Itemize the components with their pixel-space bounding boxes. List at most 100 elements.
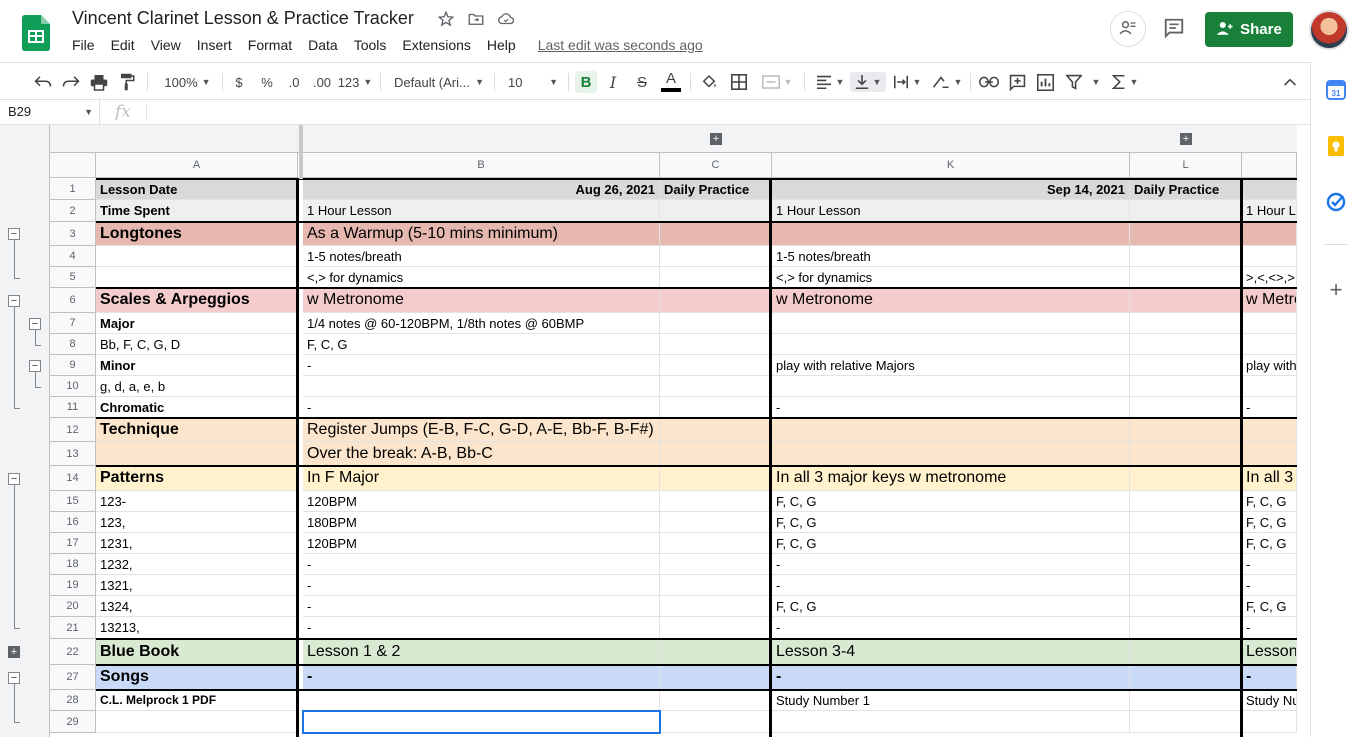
row-header[interactable]: 6 (50, 288, 96, 313)
menu-data[interactable]: Data (300, 37, 346, 53)
grid-cell[interactable] (1130, 313, 1242, 334)
currency-format-button[interactable]: $ (230, 72, 248, 92)
grid-cell[interactable] (1130, 639, 1242, 665)
grid-cell[interactable]: >,<,<>,> (1242, 267, 1297, 288)
percent-format-button[interactable]: % (258, 72, 276, 92)
font-size-select[interactable]: 10 ▼ (502, 72, 562, 92)
grid-cell[interactable] (1242, 418, 1297, 442)
row-header[interactable]: 27 (50, 665, 96, 690)
grid-cell[interactable]: F, C, G (772, 533, 1130, 554)
calendar-icon[interactable]: 31 (1326, 80, 1346, 100)
expand-column-group-icon[interactable]: + (710, 133, 722, 145)
grid-cell[interactable] (1130, 512, 1242, 533)
grid-cell[interactable]: C.L. Melprock 1 PDF (96, 690, 298, 711)
grid-cell[interactable] (1242, 376, 1297, 397)
grid-cell[interactable] (1130, 617, 1242, 639)
horizontal-align-icon[interactable]: ▼ (814, 72, 846, 92)
grid-cell[interactable] (96, 246, 298, 267)
borders-icon[interactable] (729, 72, 749, 92)
decrease-decimal-button[interactable]: .0 (284, 72, 304, 92)
menu-view[interactable]: View (143, 37, 189, 53)
grid-cell[interactable]: Time Spent (96, 200, 298, 222)
account-avatar[interactable] (1309, 10, 1349, 50)
grid-cell[interactable]: - (303, 397, 660, 418)
grid-cell[interactable] (660, 711, 772, 733)
grid-cell[interactable]: As a Warmup (5-10 mins minimum) (303, 222, 660, 246)
grid-cell[interactable] (1242, 222, 1297, 246)
expand-row-group-icon[interactable]: + (8, 646, 20, 658)
grid-cell[interactable]: 1 Hour L (1242, 200, 1297, 222)
grid-cell[interactable]: - (772, 554, 1130, 575)
cloud-status-icon[interactable] (497, 10, 515, 28)
grid-cell[interactable] (772, 442, 1130, 466)
grid-cell[interactable]: Patterns (96, 466, 298, 491)
grid-cell[interactable]: - (303, 554, 660, 575)
column-header[interactable]: K (772, 153, 1130, 178)
grid-cell[interactable]: 1232, (96, 554, 298, 575)
row-header[interactable]: 10 (50, 376, 96, 397)
grid-cell[interactable] (772, 711, 1130, 733)
grid-cell[interactable] (660, 313, 772, 334)
menu-extensions[interactable]: Extensions (394, 37, 478, 53)
row-header[interactable]: 17 (50, 533, 96, 554)
paint-format-icon[interactable] (117, 72, 137, 92)
grid-cell[interactable]: 120BPM (303, 533, 660, 554)
grid-cell[interactable] (1242, 313, 1297, 334)
grid-cell[interactable] (660, 397, 772, 418)
grid-cell[interactable]: Daily Practice (660, 179, 772, 200)
grid-cell[interactable] (660, 575, 772, 596)
sheets-logo-icon[interactable] (22, 15, 50, 51)
grid-cell[interactable] (660, 533, 772, 554)
grid-cell[interactable] (660, 617, 772, 639)
grid-cell[interactable]: - (1242, 575, 1297, 596)
insert-link-icon[interactable] (978, 72, 1000, 92)
strikethrough-button[interactable]: S (632, 72, 652, 92)
grid-cell[interactable]: 13213, (96, 617, 298, 639)
grid-cell[interactable]: F, C, G (1242, 491, 1297, 512)
font-family-select[interactable]: Default (Ari... ▼ (390, 72, 488, 92)
grid-cell[interactable]: F, C, G (772, 596, 1130, 617)
grid-cell[interactable]: Chromatic (96, 397, 298, 418)
expand-column-group-icon[interactable]: + (1180, 133, 1192, 145)
increase-decimal-button[interactable]: .00 (311, 72, 333, 92)
grid-cell[interactable] (1242, 179, 1297, 200)
grid-cell[interactable]: g, d, a, e, b (96, 376, 298, 397)
row-header[interactable]: 29 (50, 711, 96, 733)
redo-icon[interactable] (61, 72, 81, 92)
row-header[interactable]: 2 (50, 200, 96, 222)
grid-cell[interactable] (1130, 690, 1242, 711)
grid-cell[interactable] (660, 442, 772, 466)
row-header[interactable]: 9 (50, 355, 96, 376)
row-header[interactable]: 5 (50, 267, 96, 288)
keep-icon[interactable] (1326, 136, 1346, 156)
grid-cell[interactable] (1130, 596, 1242, 617)
grid-cell[interactable]: Scales & Arpeggios (96, 288, 298, 313)
name-box[interactable]: B29 ▼ (0, 100, 100, 124)
column-header[interactable] (1242, 153, 1297, 178)
row-header[interactable]: 13 (50, 442, 96, 466)
grid-cell[interactable] (96, 267, 298, 288)
grid-cell[interactable]: Register Jumps (E-B, F-C, G-D, A-E, Bb-F… (303, 418, 660, 442)
grid-cell[interactable] (1130, 491, 1242, 512)
grid-cell[interactable]: Sep 14, 2021 (772, 179, 1130, 200)
collapse-row-group-icon[interactable]: − (8, 294, 20, 307)
grid-cell[interactable]: - (772, 665, 1130, 690)
grid-cell[interactable]: Lesson (1242, 639, 1297, 665)
collapse-row-group-icon[interactable]: − (8, 671, 20, 684)
grid-cell[interactable]: Lesson 1 & 2 (303, 639, 660, 665)
grid-cell[interactable]: - (1242, 665, 1297, 690)
grid-cell[interactable] (1242, 711, 1297, 733)
grid-cell[interactable]: 180BPM (303, 512, 660, 533)
grid-cell[interactable] (660, 334, 772, 355)
undo-icon[interactable] (33, 72, 53, 92)
grid-cell[interactable] (660, 466, 772, 491)
grid-cell[interactable] (660, 200, 772, 222)
row-header[interactable]: 16 (50, 512, 96, 533)
grid-cell[interactable]: Daily Practice (1130, 179, 1242, 200)
grid-cell[interactable]: - (1242, 554, 1297, 575)
grid-cell[interactable]: In all 3 major keys w metronome (772, 466, 1130, 491)
menu-help[interactable]: Help (479, 37, 524, 53)
row-header[interactable]: 12 (50, 418, 96, 442)
merge-cells-icon[interactable]: ▼ (758, 72, 796, 92)
row-header[interactable]: 11 (50, 397, 96, 418)
